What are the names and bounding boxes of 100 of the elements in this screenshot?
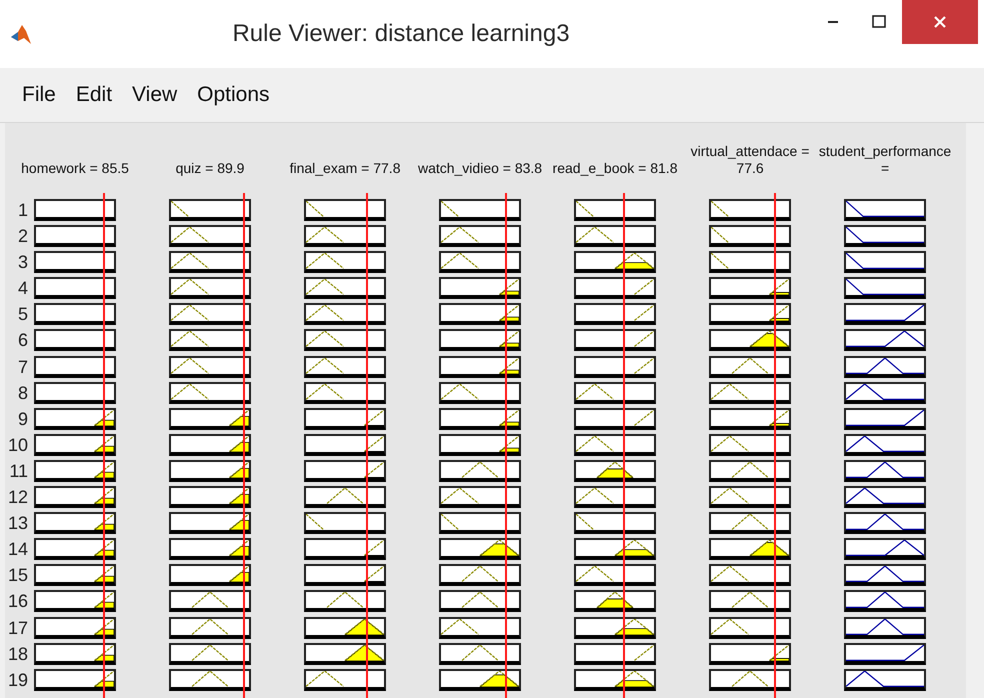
membership-curve [306,331,344,348]
membership-curve [499,436,520,452]
rule-number: 6 [17,329,28,352]
membership-curve [306,253,344,270]
minimize-icon [828,21,838,23]
membership-curve [614,253,654,270]
variable-label: watch_vidieo = 83.8 [416,159,544,177]
rule-number: 18 [8,642,28,665]
firing-area [614,628,654,634]
rule-number: 13 [8,512,28,534]
membership-curve [499,305,520,322]
membership-curve [229,488,250,504]
membership-curve [769,305,790,322]
membership-curve [576,436,614,452]
membership-curve [711,227,729,243]
menu-item[interactable]: Options [187,79,280,111]
membership-curve [229,566,250,582]
membership-curve [634,279,654,296]
membership-curve [171,331,209,348]
membership-curve [441,201,459,217]
rule-number: 7 [17,356,28,378]
rule-number: 3 [17,251,28,274]
membership-curve [596,592,634,608]
membership-curve [576,566,614,582]
variable-label: virtual_attendace = 77.6 [690,142,810,177]
membership-curve [634,305,654,322]
rule-number: 15 [8,564,28,586]
rule-number: 2 [17,225,28,248]
membership-curve [364,462,384,478]
maximize-icon [871,14,887,30]
membership-curve [441,384,479,400]
menu-item[interactable]: Edit [66,79,122,111]
input-value-line[interactable] [366,193,368,698]
menu-item[interactable]: File [12,79,66,111]
membership-curve [171,279,209,296]
membership-curve [462,566,498,582]
membership-curve [711,618,749,634]
membership-curve [171,227,209,243]
membership-curve [229,410,250,426]
membership-curve [441,488,479,504]
membership-curve [94,644,114,660]
variable-label: final_exam = 77.8 [288,159,402,177]
membership-curve [192,618,228,634]
membership-curve [171,253,209,270]
membership-curve [576,514,594,530]
membership-curve [171,358,209,374]
membership-curve [732,358,768,374]
membership-curve [614,670,654,687]
rule-number: 19 [8,668,28,691]
membership-curve [634,644,654,660]
rule-number: 8 [17,382,28,404]
membership-curve [94,592,114,608]
membership-curve [769,410,790,426]
variable-label: quiz = 89.9 [174,159,246,177]
firing-area [614,680,654,687]
rule-number: 12 [8,486,28,508]
membership-curve [441,227,479,243]
firing-area [614,262,654,270]
rule-number: 16 [8,590,28,612]
rule-number: 17 [8,616,28,638]
input-value-line[interactable] [242,193,245,698]
membership-curve [364,436,384,452]
rule-number: 11 [8,460,28,482]
membership-curve [462,462,498,478]
firing-area [478,674,520,687]
membership-curve [306,514,324,530]
membership-curve [306,201,324,217]
rule-number: 14 [8,538,28,560]
input-value-line[interactable] [774,193,776,698]
membership-curve [576,227,614,243]
membership-curve [94,488,114,504]
membership-curve [732,592,768,608]
membership-curve [94,566,114,582]
membership-curve [192,592,228,608]
rule-number: 5 [17,303,28,326]
membership-curve [94,436,114,452]
membership-curve [732,670,768,687]
rule-number: 9 [17,408,28,430]
membership-curve [441,253,479,270]
membership-curve [769,644,790,660]
membership-curve [711,201,729,217]
rule-number: 4 [17,277,28,300]
membership-curve [462,592,498,608]
membership-curve [499,331,520,348]
membership-curve [229,462,250,478]
membership-curve [94,618,114,634]
membership-curve [229,436,250,452]
input-value-line[interactable] [505,193,508,698]
menu-item[interactable]: View [122,79,188,111]
membership-curve [711,253,729,270]
variable-label: homework = 85.5 [20,159,130,177]
input-value-line[interactable] [102,193,105,698]
membership-curve [364,566,384,582]
membership-curve [94,462,114,478]
membership-curve [634,410,654,426]
membership-curve [171,384,209,400]
membership-curve [94,540,114,556]
membership-curve [596,462,634,478]
input-value-line[interactable] [623,193,626,698]
membership-curve [480,670,520,687]
